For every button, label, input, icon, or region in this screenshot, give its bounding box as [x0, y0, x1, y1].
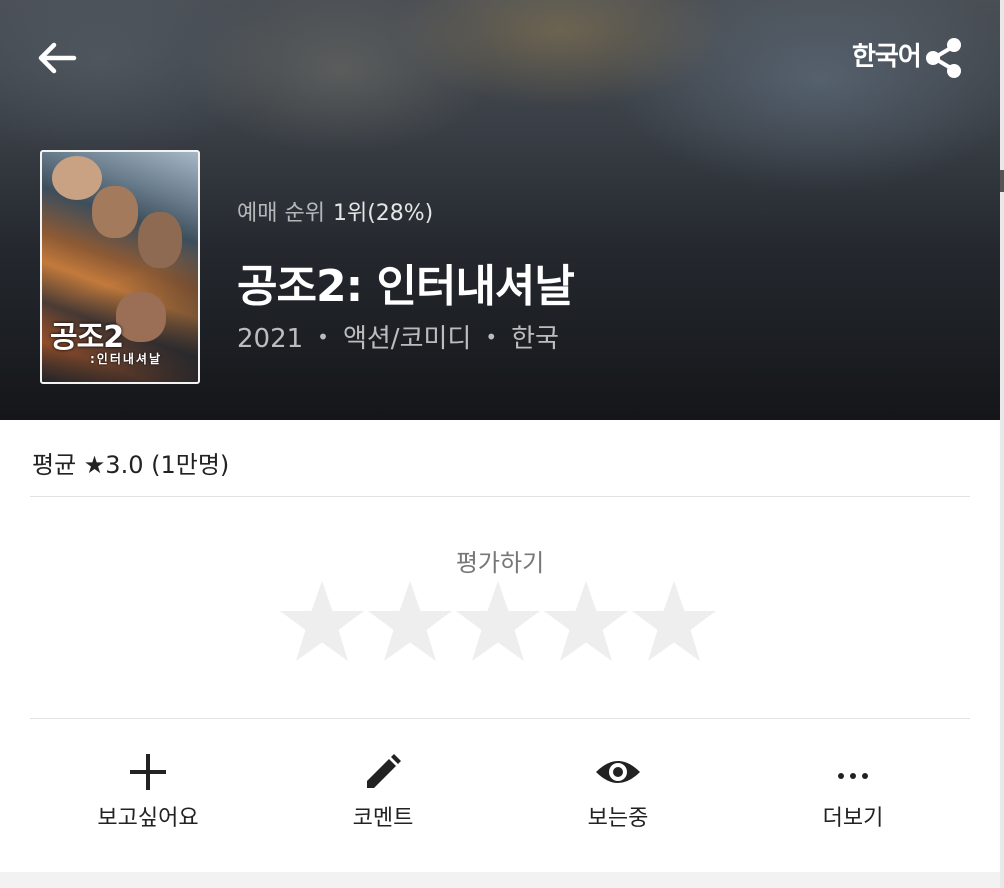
star-icon[interactable] [630, 578, 718, 668]
comment-label: 코멘트 [352, 806, 414, 831]
star-rating-input[interactable] [278, 578, 722, 668]
star-icon[interactable] [542, 578, 630, 668]
movie-title: 공조2: 인터내셔날 [237, 261, 575, 312]
more-dots-icon [838, 773, 868, 779]
share-icon [926, 38, 961, 78]
more-label: 더보기 [822, 806, 884, 831]
booking-rank-label: 예매 순위 [237, 201, 325, 226]
divider [30, 718, 970, 719]
language-selector[interactable]: 한국어 [852, 36, 922, 73]
poster-figure [92, 186, 138, 238]
comment-button[interactable]: 코멘트 [308, 752, 458, 832]
star-icon[interactable] [278, 578, 366, 668]
want-to-watch-label: 보고싶어요 [97, 806, 199, 831]
watching-label: 보는중 [587, 806, 649, 831]
watching-button[interactable]: 보는중 [543, 752, 693, 832]
movie-country: 한국 [511, 324, 559, 354]
meta-separator: • [317, 325, 329, 349]
movie-year: 2021 [237, 324, 304, 354]
share-button[interactable] [922, 36, 966, 80]
poster-figure [52, 156, 102, 200]
booking-rank: 예매 순위 1위(28%) [237, 195, 433, 227]
pencil-icon [367, 754, 401, 788]
back-button[interactable] [34, 38, 78, 78]
edge-mark [1000, 170, 1004, 192]
movie-poster[interactable]: 공조2 :인터내셔날 [40, 150, 200, 384]
arrow-left-icon [38, 42, 77, 74]
poster-figure [116, 292, 166, 342]
plus-icon [130, 754, 166, 790]
booking-rank-value: 1위(28%) [332, 201, 434, 226]
movie-meta: 2021 • 액션/코미디 • 한국 [237, 318, 559, 355]
window-edge [1000, 0, 1004, 888]
movie-header: 한국어 공조2 :인터내셔날 예매 순위 1위(28%) 공조2: 인터내셔날 2… [0, 0, 1000, 420]
star-icon[interactable] [454, 578, 542, 668]
poster-subtitle: :인터내셔날 [90, 352, 162, 366]
average-rating: 평균 ★3.0 (1만명) [32, 451, 230, 479]
more-button[interactable]: 더보기 [778, 752, 928, 832]
meta-separator: • [485, 325, 498, 349]
divider [30, 496, 970, 497]
star-icon[interactable] [366, 578, 454, 668]
rate-label: 평가하기 [455, 549, 545, 577]
bottom-strip [0, 872, 1000, 888]
movie-genre: 액션/코미디 [342, 324, 472, 354]
eye-icon [596, 761, 640, 783]
want-to-watch-button[interactable]: 보고싶어요 [73, 752, 223, 832]
poster-figure [138, 212, 182, 268]
